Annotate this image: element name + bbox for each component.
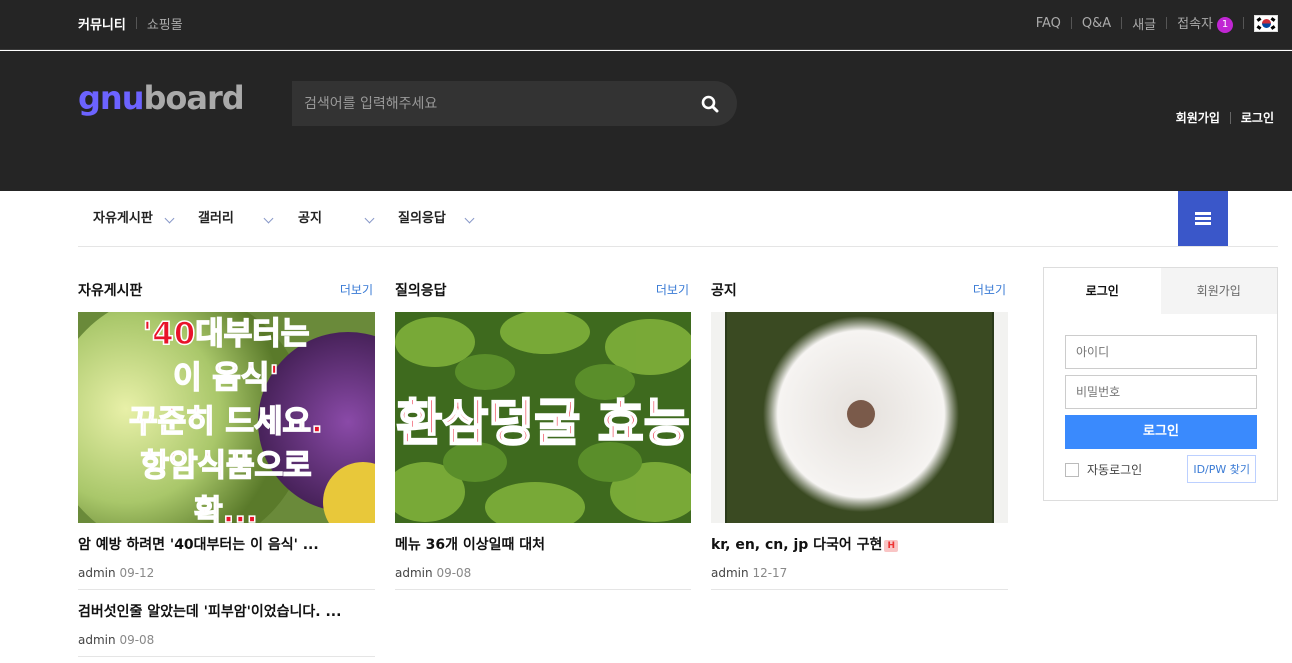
- post-title-text: kr, en, cn, jp 다국어 구현: [711, 537, 883, 553]
- divider: [1243, 17, 1244, 29]
- nav-item-notice[interactable]: 공지: [298, 191, 322, 246]
- id-field[interactable]: [1065, 335, 1257, 369]
- thumb-text-line: 환삼덩굴 효능: [396, 394, 689, 452]
- site-logo[interactable]: gnuboard: [78, 79, 245, 117]
- auto-login-label: 자동로그인: [1087, 463, 1143, 477]
- post-title[interactable]: 암 예방 하려면 '40대부터는 이 음식' ...: [78, 534, 375, 554]
- thumb-text-line: '40대부터는: [143, 316, 310, 352]
- post-author: admin: [395, 566, 433, 580]
- post-date: 12-17: [752, 566, 788, 580]
- thumb-text-line: 확...: [194, 494, 258, 523]
- thumbnail-image: '40대부터는 이 음식' 꾸준히 드세요. 항암식품으로 확...: [78, 312, 375, 523]
- section-qa: 질의응답 더보기 환삼덩굴 효능 메뉴 36개 이상일때 대처 admin 09…: [395, 280, 691, 590]
- divider: [1070, 17, 1072, 29]
- post-date: 09-12: [119, 566, 155, 580]
- chevron-down-icon: [263, 213, 274, 224]
- section-free-board: 자유게시판 더보기 '40대부터는 이 음식' 꾸준히 드세요. 항암식품으로 …: [78, 280, 375, 657]
- list-item[interactable]: 검버섯인줄 알았는데 '피부암'이었습니다. ... admin 09-08: [78, 601, 375, 657]
- divider: [1229, 111, 1231, 124]
- login-button[interactable]: 로그인: [1065, 415, 1257, 449]
- post-meta: admin 12-17: [711, 566, 1008, 580]
- post-meta: admin 09-08: [395, 566, 691, 580]
- post-title[interactable]: 검버섯인줄 알았는데 '피부암'이었습니다. ...: [78, 601, 375, 621]
- auto-login-checkbox[interactable]: [1065, 462, 1079, 477]
- nav-item-free-board[interactable]: 자유게시판: [93, 191, 153, 246]
- top-bar-left: 커뮤니티 쇼핑몰: [78, 0, 183, 46]
- logo-part-board: board: [143, 79, 244, 117]
- new-posts-link[interactable]: 새글: [1132, 14, 1156, 33]
- post-thumbnail[interactable]: '40대부터는 이 음식' 꾸준히 드세요. 항암식품으로 확...: [78, 312, 375, 523]
- section-header: 공지 더보기: [711, 280, 1008, 300]
- section-title: 질의응답: [395, 283, 447, 299]
- thumbnail-image: 환삼덩굴 효능: [395, 312, 691, 523]
- section-title: 공지: [711, 283, 737, 299]
- post-author: admin: [711, 566, 749, 580]
- chevron-down-icon: [364, 213, 375, 224]
- visitors-count-badge: 1: [1217, 16, 1233, 33]
- list-item[interactable]: 메뉴 36개 이상일때 대처 admin 09-08: [395, 534, 691, 590]
- list-item[interactable]: 암 예방 하려면 '40대부터는 이 음식' ... admin 09-12: [78, 534, 375, 590]
- join-link[interactable]: 회원가입: [1176, 109, 1220, 126]
- post-thumbnail[interactable]: 환삼덩굴 효능: [395, 312, 691, 523]
- post-meta: admin 09-08: [78, 633, 375, 647]
- post-meta: admin 09-12: [78, 566, 375, 580]
- divider: [1166, 17, 1168, 29]
- post-title[interactable]: 메뉴 36개 이상일때 대처: [395, 534, 691, 554]
- post-date: 09-08: [119, 633, 155, 647]
- thumb-text-line: 항암식품으로: [140, 448, 311, 484]
- login-widget: 로그인 회원가입 로그인 자동로그인 ID/PW 찾기: [1043, 267, 1278, 501]
- more-link[interactable]: 더보기: [340, 281, 373, 298]
- search-icon[interactable]: [701, 95, 719, 113]
- nav-item-qa[interactable]: 질의응답: [398, 191, 446, 246]
- post-thumbnail[interactable]: [711, 312, 1008, 523]
- korea-flag-icon[interactable]: [1254, 14, 1278, 32]
- post-title[interactable]: kr, en, cn, jp 다국어 구현 H: [711, 534, 1008, 554]
- chevron-down-icon: [164, 213, 175, 224]
- hamburger-menu-icon[interactable]: [1178, 191, 1228, 246]
- community-link[interactable]: 커뮤니티: [78, 14, 126, 33]
- more-link[interactable]: 더보기: [656, 281, 689, 298]
- thumb-text-line: 이 음식': [173, 360, 279, 396]
- thumb-text-line: 꾸준히 드세요.: [129, 404, 323, 440]
- password-field[interactable]: [1065, 375, 1257, 409]
- auto-login[interactable]: 자동로그인: [1065, 461, 1142, 478]
- shop-link[interactable]: 쇼핑몰: [147, 14, 183, 33]
- post-author: admin: [78, 633, 116, 647]
- faq-link[interactable]: FAQ: [1036, 16, 1061, 31]
- search-bar: [292, 81, 737, 126]
- more-link[interactable]: 더보기: [973, 281, 1006, 298]
- section-title: 자유게시판: [78, 283, 143, 299]
- logo-part-gnu: gnu: [78, 79, 144, 117]
- header-auth-links: 회원가입 로그인: [1176, 109, 1274, 126]
- visitors-label: 접속자: [1177, 17, 1213, 33]
- section-header: 질의응답 더보기: [395, 280, 691, 300]
- section-header: 자유게시판 더보기: [78, 280, 375, 300]
- search-input[interactable]: [292, 81, 672, 126]
- divider: [135, 17, 137, 29]
- section-notice: 공지 더보기 kr, en, cn, jp 다국어 구현 H admin 12-1…: [711, 280, 1008, 590]
- divider: [1121, 17, 1123, 29]
- login-tabs: 로그인 회원가입: [1044, 268, 1277, 314]
- list-item[interactable]: kr, en, cn, jp 다국어 구현 H admin 12-17: [711, 534, 1008, 590]
- tab-login[interactable]: 로그인: [1044, 268, 1161, 314]
- qa-link[interactable]: Q&A: [1082, 16, 1111, 31]
- tab-join[interactable]: 회원가입: [1160, 268, 1277, 314]
- top-bar: 커뮤니티 쇼핑몰 FAQ Q&A 새글 접속자 1: [0, 0, 1292, 50]
- hot-badge: H: [884, 540, 898, 552]
- site-header: gnuboard 회원가입 로그인: [0, 51, 1292, 191]
- visitors-link[interactable]: 접속자 1: [1177, 13, 1233, 33]
- thumbnail-image: [711, 312, 1008, 523]
- chevron-down-icon: [464, 213, 475, 224]
- nav-item-gallery[interactable]: 갤러리: [198, 191, 234, 246]
- login-link[interactable]: 로그인: [1241, 109, 1274, 126]
- main-nav: 자유게시판 갤러리 공지 질의응답: [78, 191, 1278, 247]
- top-bar-right: FAQ Q&A 새글 접속자 1: [1036, 0, 1278, 46]
- post-author: admin: [78, 566, 116, 580]
- find-id-pw-button[interactable]: ID/PW 찾기: [1187, 455, 1256, 483]
- post-date: 09-08: [436, 566, 472, 580]
